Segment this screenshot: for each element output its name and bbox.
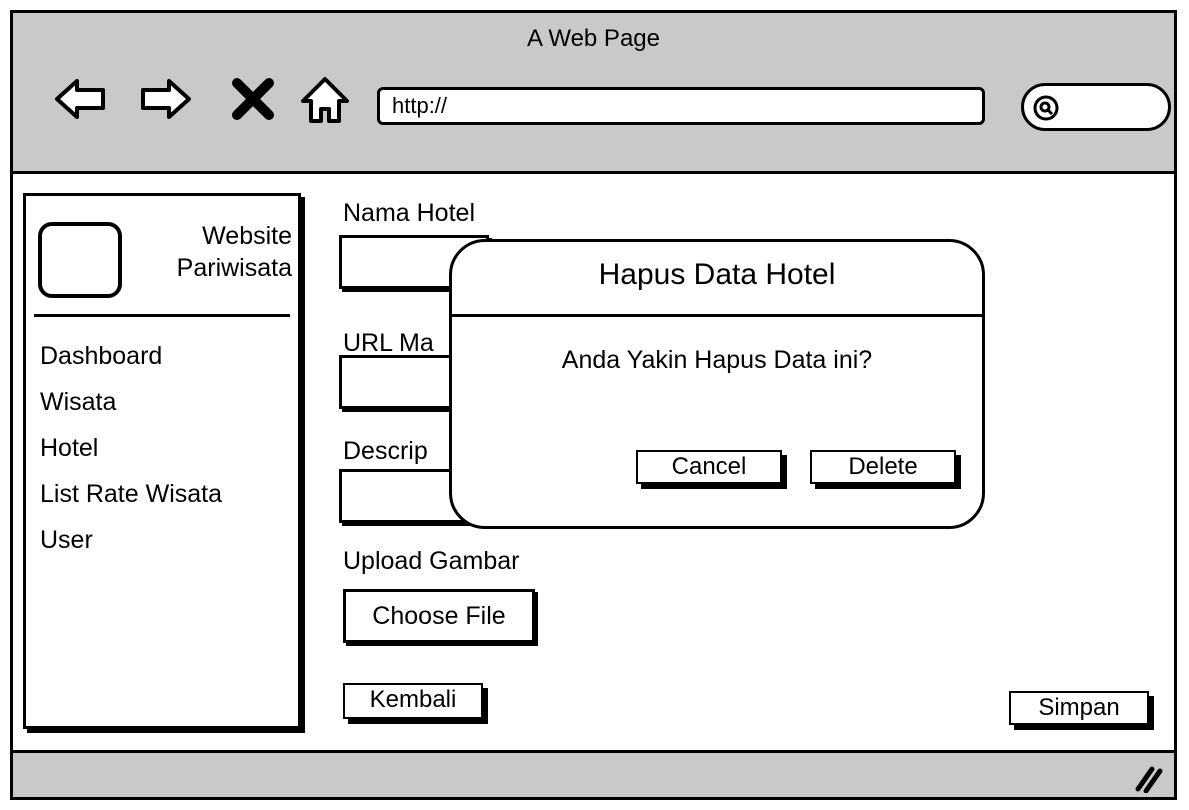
nama-hotel-label: Nama Hotel bbox=[343, 199, 475, 227]
site-name-line2: Pariwisata bbox=[176, 254, 292, 282]
dialog-title: Hapus Data Hotel bbox=[598, 258, 836, 291]
dialog-divider bbox=[452, 314, 982, 317]
sidebar: Website Pariwisata Dashboard Wisata Hote… bbox=[23, 193, 301, 729]
window-title: A Web Page bbox=[527, 25, 660, 52]
search-icon bbox=[1033, 95, 1059, 121]
status-bar bbox=[13, 750, 1174, 797]
back-arrow-icon[interactable] bbox=[53, 71, 109, 127]
sidebar-item-hotel[interactable]: Hotel bbox=[40, 434, 98, 463]
dialog-message: Anda Yakin Hapus Data ini? bbox=[561, 346, 873, 374]
sidebar-divider bbox=[34, 314, 290, 317]
sidebar-item-wisata[interactable]: Wisata bbox=[40, 388, 116, 417]
upload-gambar-label: Upload Gambar bbox=[343, 547, 520, 575]
close-icon[interactable] bbox=[225, 71, 281, 127]
logo-placeholder bbox=[38, 222, 122, 298]
forward-arrow-icon[interactable] bbox=[137, 71, 193, 127]
browser-window: A Web Page http:// Website Pariwisata Da… bbox=[10, 10, 1177, 800]
resize-grip-icon[interactable] bbox=[1130, 763, 1164, 793]
home-icon[interactable] bbox=[297, 71, 353, 127]
browser-toolbar: A Web Page http:// bbox=[13, 13, 1174, 174]
search-field[interactable] bbox=[1021, 83, 1171, 131]
url-label: URL Ma bbox=[343, 329, 434, 357]
sidebar-item-list-rate-wisata[interactable]: List Rate Wisata bbox=[40, 480, 222, 509]
cancel-button[interactable]: Cancel bbox=[636, 450, 782, 484]
simpan-button[interactable]: Simpan bbox=[1009, 691, 1149, 725]
sidebar-item-dashboard[interactable]: Dashboard bbox=[40, 342, 162, 371]
site-name: Website Pariwisata bbox=[132, 220, 292, 284]
site-name-line1: Website bbox=[202, 222, 292, 250]
delete-button[interactable]: Delete bbox=[810, 450, 956, 484]
choose-file-button[interactable]: Choose File bbox=[343, 589, 535, 643]
description-label: Descrip bbox=[343, 437, 428, 465]
sidebar-item-user[interactable]: User bbox=[40, 526, 93, 555]
kembali-button[interactable]: Kembali bbox=[343, 683, 483, 719]
delete-confirm-dialog: Hapus Data Hotel Anda Yakin Hapus Data i… bbox=[449, 239, 985, 529]
address-bar[interactable]: http:// bbox=[377, 87, 985, 125]
